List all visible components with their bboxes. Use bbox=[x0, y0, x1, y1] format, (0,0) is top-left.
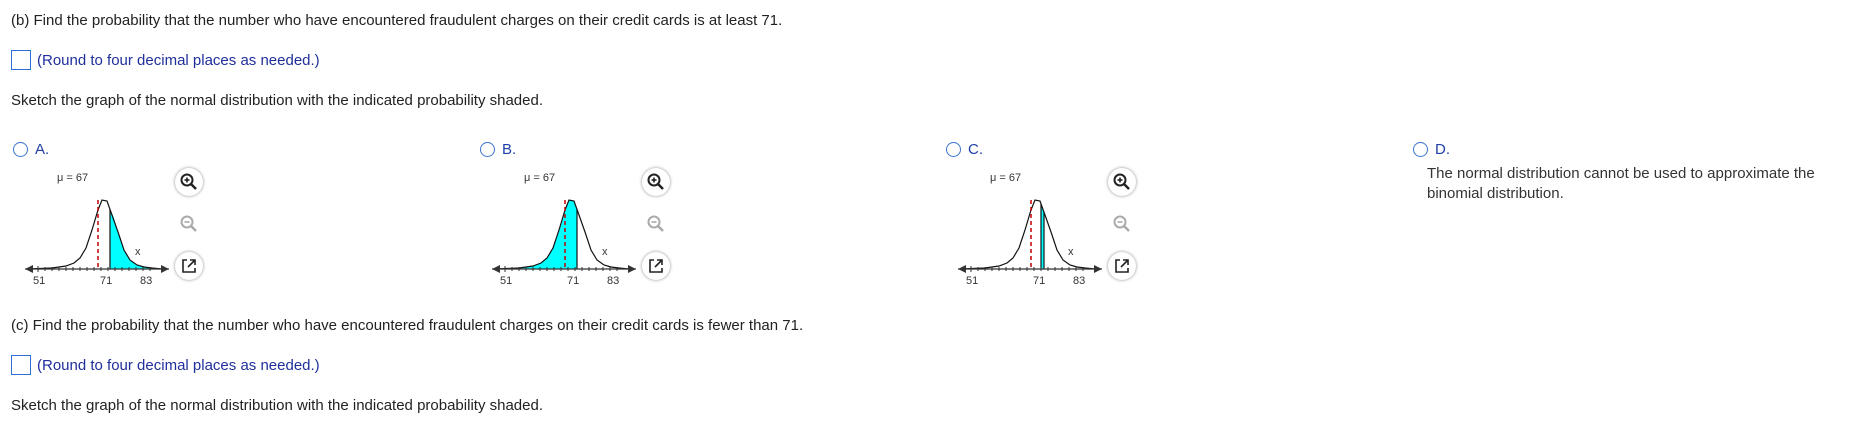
option-b-popout-button[interactable] bbox=[642, 252, 670, 280]
option-d-text: The normal distribution cannot be used t… bbox=[1427, 165, 1815, 202]
option-b-label: B. bbox=[502, 141, 517, 158]
option-c-axis-arrow-right bbox=[1094, 265, 1102, 273]
answer-c-hint: (Round to four decimal places as needed.… bbox=[37, 356, 320, 374]
option-a-axis-arrow-left bbox=[25, 265, 33, 273]
zoom-out-icon bbox=[180, 215, 197, 232]
option-c-x-label: x bbox=[1068, 246, 1074, 258]
option-c-tick-83: 83 bbox=[1073, 275, 1085, 287]
sketch-instruction-c: Sketch the graph of the normal distribut… bbox=[11, 397, 543, 414]
option-a-tick-83: 83 bbox=[140, 275, 152, 287]
answer-c-input[interactable] bbox=[11, 355, 31, 375]
option-b-x-label: x bbox=[602, 246, 608, 258]
option-b-axis-arrow-left bbox=[492, 265, 500, 273]
zoom-in-icon bbox=[647, 173, 664, 190]
option-a-zoom-in-button[interactable] bbox=[175, 168, 203, 196]
option-a-normal-curve bbox=[26, 199, 163, 270]
option-c-radio[interactable] bbox=[946, 142, 961, 157]
open-new-window-icon bbox=[649, 259, 663, 273]
option-c-label: C. bbox=[968, 141, 983, 158]
question-b-text: (b) Find the probability that the number… bbox=[11, 12, 783, 29]
option-a-tick-71: 71 bbox=[100, 275, 112, 287]
option-a-x-label: x bbox=[135, 246, 141, 258]
option-a-zoom-out-button[interactable] bbox=[175, 210, 203, 238]
option-b-mu-label: μ = 67 bbox=[524, 172, 555, 184]
option-b-graph: μ = 67 x 51 71 83 bbox=[489, 170, 649, 290]
answer-b-row: (Round to four decimal places as needed.… bbox=[11, 49, 320, 71]
answer-b-input[interactable] bbox=[11, 50, 31, 70]
option-d-label: D. bbox=[1435, 141, 1450, 158]
answer-b-hint: (Round to four decimal places as needed.… bbox=[37, 51, 320, 69]
option-c-normal-curve bbox=[959, 199, 1096, 270]
option-b-tools bbox=[642, 168, 672, 288]
option-d[interactable]: D. bbox=[1413, 141, 1450, 158]
option-c-tick-51: 51 bbox=[966, 275, 978, 287]
option-b-tick-51: 51 bbox=[500, 275, 512, 287]
option-c-tick-71: 71 bbox=[1033, 275, 1045, 287]
option-c-axis-arrow-left bbox=[958, 265, 966, 273]
option-c-mu-label: μ = 67 bbox=[990, 172, 1021, 184]
option-a-tick-51: 51 bbox=[33, 275, 45, 287]
option-c-zoom-out-button[interactable] bbox=[1108, 210, 1136, 238]
question-c-text: (c) Find the probability that the number… bbox=[11, 317, 804, 334]
open-new-window-icon bbox=[182, 259, 196, 273]
zoom-in-icon bbox=[1113, 173, 1130, 190]
option-c-popout-button[interactable] bbox=[1108, 252, 1136, 280]
option-a-label: A. bbox=[35, 141, 50, 158]
option-d-radio[interactable] bbox=[1413, 142, 1428, 157]
open-new-window-icon bbox=[1115, 259, 1129, 273]
option-a-radio[interactable] bbox=[13, 142, 28, 157]
option-c[interactable]: C. bbox=[946, 141, 983, 158]
answer-c-row: (Round to four decimal places as needed.… bbox=[11, 354, 320, 376]
option-a[interactable]: A. bbox=[13, 141, 49, 158]
zoom-in-icon bbox=[180, 173, 197, 190]
option-a-axis-arrow-right bbox=[161, 265, 169, 273]
option-c-zoom-in-button[interactable] bbox=[1108, 168, 1136, 196]
option-a-tools bbox=[175, 168, 205, 288]
option-b-axis-arrow-right bbox=[628, 265, 636, 273]
option-b-zoom-out-button[interactable] bbox=[642, 210, 670, 238]
sketch-instruction-b: Sketch the graph of the normal distribut… bbox=[11, 92, 543, 109]
option-b-tick-83: 83 bbox=[607, 275, 619, 287]
zoom-out-icon bbox=[647, 215, 664, 232]
option-b-radio[interactable] bbox=[480, 142, 495, 157]
option-b-tick-71: 71 bbox=[567, 275, 579, 287]
option-a-popout-button[interactable] bbox=[175, 252, 203, 280]
option-c-graph: μ = 67 x 51 71 83 bbox=[955, 170, 1115, 290]
zoom-out-icon bbox=[1113, 215, 1130, 232]
option-b-zoom-in-button[interactable] bbox=[642, 168, 670, 196]
option-b[interactable]: B. bbox=[480, 141, 516, 158]
option-a-mu-label: μ = 67 bbox=[57, 172, 88, 184]
option-a-graph: μ = 67 x 51 71 83 bbox=[22, 170, 182, 290]
option-c-tools bbox=[1108, 168, 1138, 288]
